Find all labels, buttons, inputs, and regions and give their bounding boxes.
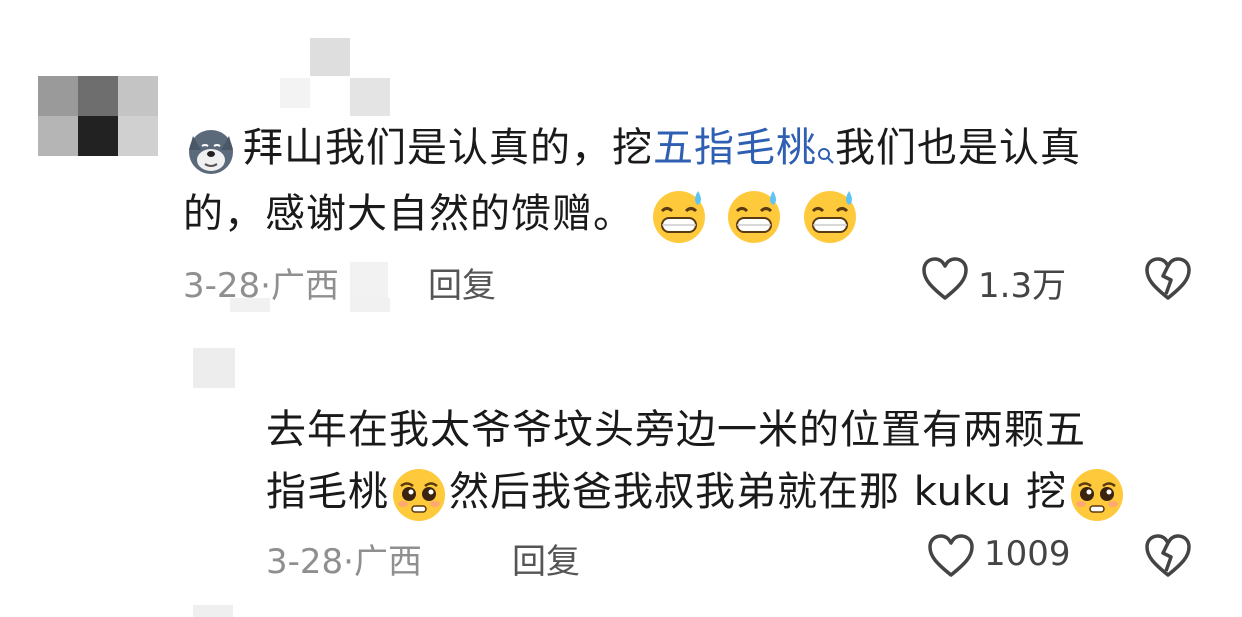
- reply-body-line2: 指毛桃 然后我爸我叔我弟就在那 kuku 挖: [266, 462, 1226, 524]
- heart-outline-icon[interactable]: [920, 256, 970, 302]
- comment-location: 广西: [270, 266, 339, 306]
- reply-text-part: 去年在我太爷爷坟头旁边一米的位置有两颗五: [266, 407, 1086, 453]
- reply-avatar[interactable]: [193, 348, 235, 388]
- search-link-text[interactable]: 五指毛桃: [653, 125, 817, 171]
- reply-text-part: 然后我爸我叔我弟就在那 kuku 挖: [449, 469, 1067, 515]
- mosaic-block: [350, 298, 390, 312]
- comment-text-part: 我们也是认真: [835, 125, 1081, 171]
- reply-meta: 3-28·广西: [266, 534, 422, 583]
- reply-button[interactable]: 回复: [428, 258, 496, 307]
- mosaic-block: [230, 298, 270, 312]
- avatar[interactable]: [38, 76, 158, 156]
- username[interactable]: [280, 38, 390, 118]
- reply-location: 广西: [353, 542, 422, 582]
- pleading-face-emoji-icon: [1067, 464, 1127, 524]
- grinning-sweat-emoji-icon: [648, 185, 710, 247]
- pleading-face-emoji-icon: [389, 464, 449, 524]
- grinning-sweat-emoji-icon: [723, 185, 785, 247]
- search-link[interactable]: 五指毛桃: [653, 125, 835, 171]
- heart-outline-icon[interactable]: [926, 533, 976, 579]
- search-icon[interactable]: [817, 122, 835, 164]
- comment-text-part: 的，感谢大自然的馈赠。: [183, 191, 634, 237]
- broken-heart-icon[interactable]: [1143, 533, 1193, 579]
- grinning-sweat-emoji-icon: [799, 185, 861, 247]
- comment-body-line2: 的，感谢大自然的馈赠。: [183, 184, 1193, 247]
- like-button[interactable]: [920, 256, 970, 302]
- reply-button[interactable]: 回复: [512, 534, 580, 583]
- reply-date: 3-28: [266, 542, 344, 582]
- broken-heart-icon[interactable]: [1143, 256, 1193, 302]
- mosaic-block: [350, 262, 388, 302]
- comment-text-part: 拜山我们是认真的，挖: [243, 125, 653, 171]
- wolf-face-icon: [183, 122, 239, 178]
- dislike-button[interactable]: [1143, 533, 1193, 579]
- reply-body: 去年在我太爷爷坟头旁边一米的位置有两颗五: [266, 400, 1226, 460]
- meta-separator: ·: [343, 542, 354, 582]
- like-button[interactable]: [926, 533, 976, 579]
- reply-text-part: 指毛桃: [266, 469, 389, 515]
- comment-body: 拜山我们是认真的，挖五指毛桃 我们也是认真: [183, 118, 1193, 178]
- like-count: 1.3万: [978, 266, 1067, 306]
- mosaic-block: [193, 605, 233, 617]
- like-count: 1009: [984, 534, 1071, 574]
- dislike-button[interactable]: [1143, 256, 1193, 302]
